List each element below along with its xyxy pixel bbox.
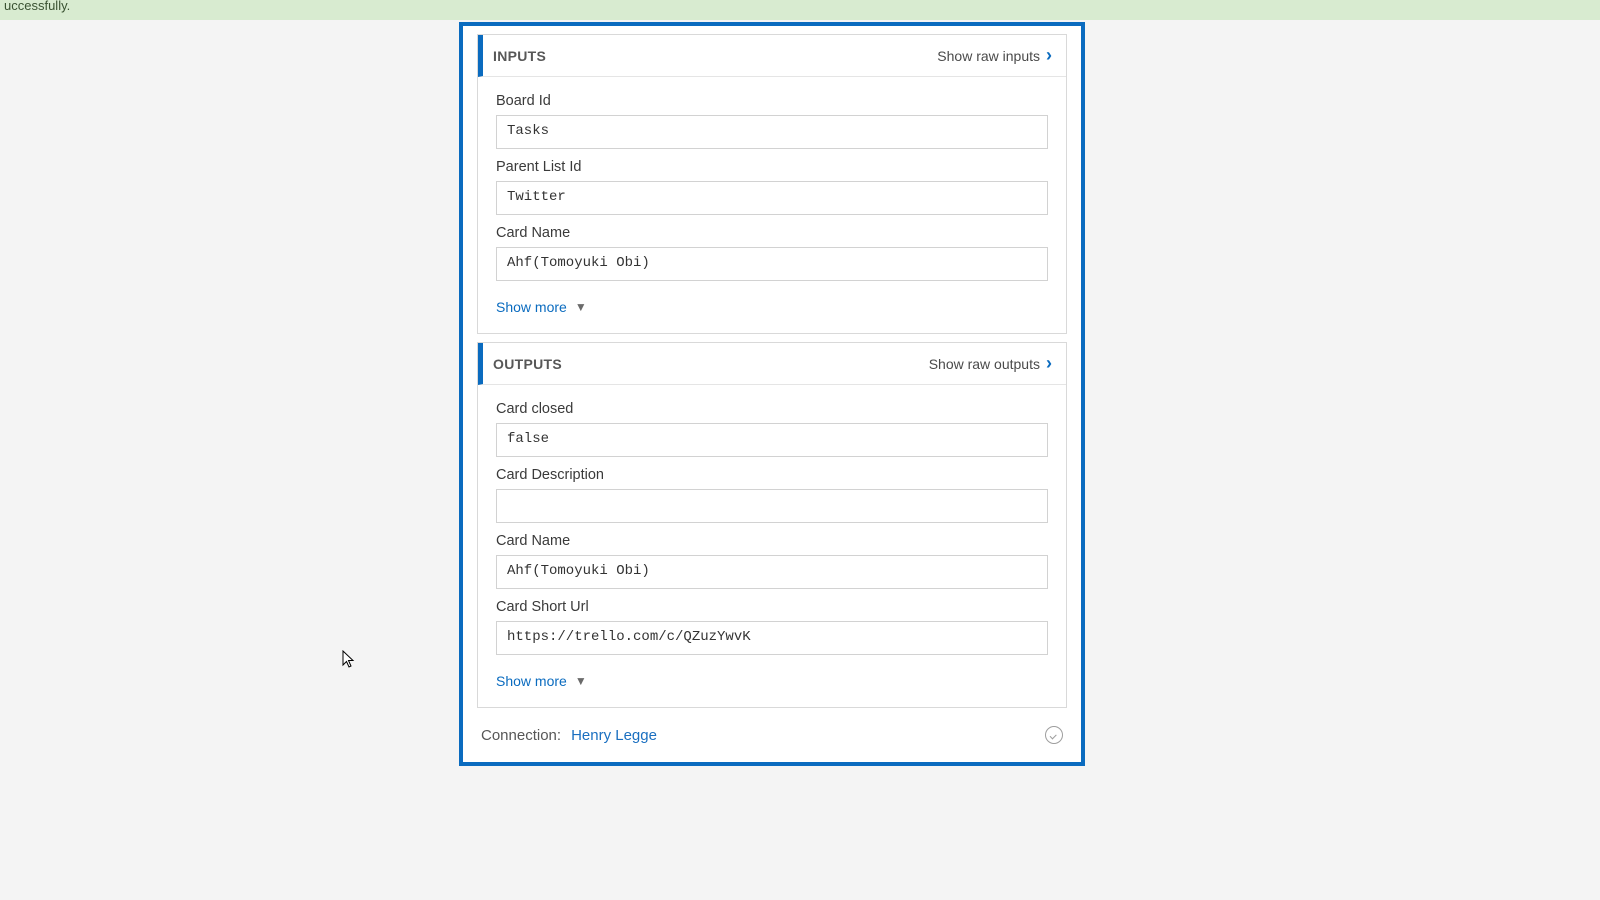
chevron-right-icon: › — [1046, 353, 1052, 374]
field-label: Card Short Url — [496, 599, 1048, 615]
outputs-section: OUTPUTS Show raw outputs › Card closed f… — [477, 342, 1067, 708]
field-label: Parent List Id — [496, 159, 1048, 175]
success-banner: uccessfully. — [0, 0, 1600, 20]
status-check-icon — [1045, 726, 1063, 744]
outputs-body: Card closed false Card Description Card … — [478, 385, 1066, 707]
field-card-short-url: Card Short Url https://trello.com/c/QZuz… — [496, 599, 1048, 655]
run-detail-card: INPUTS Show raw inputs › Board Id Tasks … — [459, 22, 1085, 766]
outputs-header: OUTPUTS Show raw outputs › — [478, 343, 1066, 385]
outputs-show-more-link[interactable]: Show more ▼ — [496, 673, 587, 689]
show-more-label: Show more — [496, 299, 567, 315]
mouse-cursor-icon — [342, 650, 356, 670]
connection-row: Connection: Henry Legge — [463, 716, 1081, 762]
field-value[interactable] — [496, 489, 1048, 523]
connection-label: Connection: — [481, 727, 561, 744]
inputs-show-more-link[interactable]: Show more ▼ — [496, 299, 587, 315]
field-label: Card Name — [496, 533, 1048, 549]
chevron-down-icon: ▼ — [575, 300, 587, 314]
chevron-down-icon: ▼ — [575, 674, 587, 688]
field-value[interactable]: Ahf(Tomoyuki Obi) — [496, 247, 1048, 281]
field-card-description: Card Description — [496, 467, 1048, 523]
field-value[interactable]: Twitter — [496, 181, 1048, 215]
field-label: Card Description — [496, 467, 1048, 483]
show-more-label: Show more — [496, 673, 567, 689]
inputs-title: INPUTS — [493, 48, 546, 64]
inputs-section: INPUTS Show raw inputs › Board Id Tasks … — [477, 34, 1067, 334]
outputs-title: OUTPUTS — [493, 356, 562, 372]
field-value[interactable]: https://trello.com/c/QZuzYwvK — [496, 621, 1048, 655]
field-value[interactable]: Tasks — [496, 115, 1048, 149]
connection-left: Connection: Henry Legge — [481, 727, 657, 744]
show-raw-outputs-label: Show raw outputs — [929, 356, 1040, 372]
field-value[interactable]: false — [496, 423, 1048, 457]
field-board-id: Board Id Tasks — [496, 93, 1048, 149]
field-card-closed: Card closed false — [496, 401, 1048, 457]
field-label: Board Id — [496, 93, 1048, 109]
inputs-header: INPUTS Show raw inputs › — [478, 35, 1066, 77]
inputs-body: Board Id Tasks Parent List Id Twitter Ca… — [478, 77, 1066, 333]
show-raw-inputs-label: Show raw inputs — [937, 48, 1040, 64]
show-raw-inputs-link[interactable]: Show raw inputs › — [937, 45, 1052, 66]
success-banner-text: uccessfully. — [4, 0, 70, 13]
show-raw-outputs-link[interactable]: Show raw outputs › — [929, 353, 1052, 374]
field-card-name-output: Card Name Ahf(Tomoyuki Obi) — [496, 533, 1048, 589]
field-label: Card Name — [496, 225, 1048, 241]
chevron-right-icon: › — [1046, 45, 1052, 66]
field-label: Card closed — [496, 401, 1048, 417]
field-parent-list-id: Parent List Id Twitter — [496, 159, 1048, 215]
field-value[interactable]: Ahf(Tomoyuki Obi) — [496, 555, 1048, 589]
connection-name-link[interactable]: Henry Legge — [571, 727, 657, 744]
field-card-name: Card Name Ahf(Tomoyuki Obi) — [496, 225, 1048, 281]
